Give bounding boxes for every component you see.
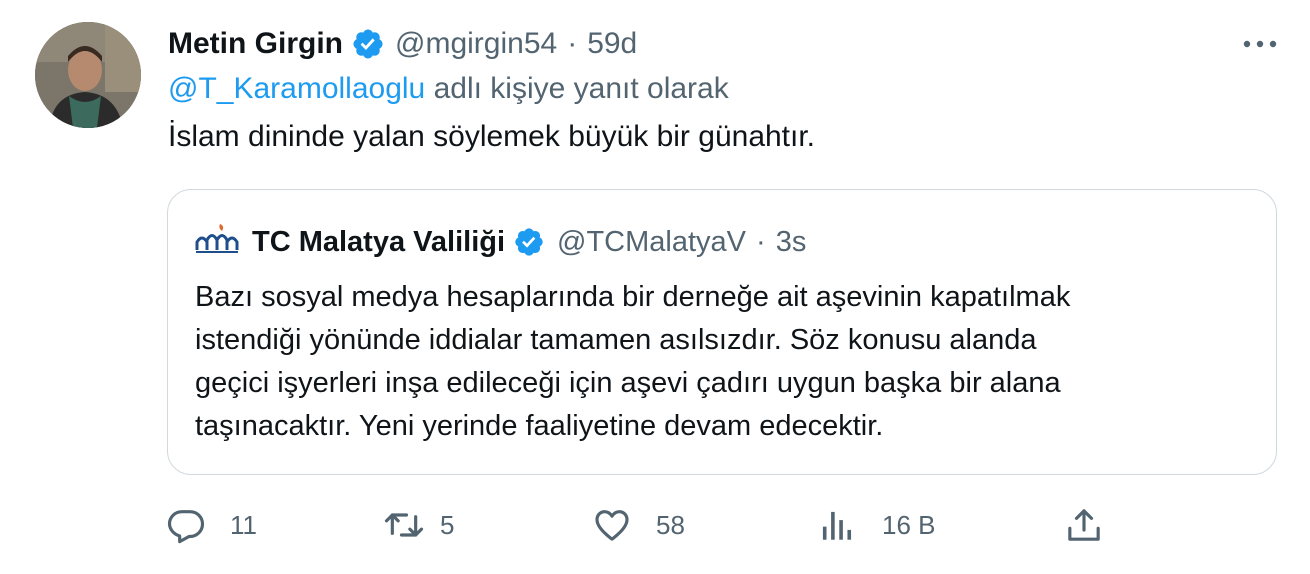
separator-dot: · xyxy=(756,225,766,258)
tweet-header: Metin Girgin @mgirgin54 · 59d xyxy=(168,24,637,64)
like-count: 58 xyxy=(656,509,685,540)
quoted-text-line: Bazı sosyal medya hesaplarında bir derne… xyxy=(195,281,1071,313)
quoted-tweet[interactable]: TC Malatya Valiliği @TCMalatyaV · 3s Baz… xyxy=(167,189,1277,475)
separator-dot: · xyxy=(567,27,578,60)
views-icon xyxy=(818,505,854,545)
reply-icon xyxy=(166,505,206,545)
author-name[interactable]: Metin Girgin xyxy=(168,27,343,61)
heart-icon xyxy=(592,505,632,545)
retweet-icon xyxy=(382,505,426,545)
avatar[interactable] xyxy=(35,22,141,128)
quoted-tweet-text: Bazı sosyal medya hesaplarında bir derne… xyxy=(195,276,1255,448)
action-bar: 11 5 58 16 B xyxy=(0,500,1310,550)
reply-context: @T_Karamollaoglu adlı kişiye yanıt olara… xyxy=(168,72,729,106)
views-button[interactable]: 16 B xyxy=(818,500,936,550)
timestamp[interactable]: 59d xyxy=(587,27,637,61)
reply-count: 11 xyxy=(230,509,257,540)
retweet-count: 5 xyxy=(440,509,455,540)
share-button[interactable] xyxy=(1064,500,1104,550)
quoted-author-handle[interactable]: @TCMalatyaV xyxy=(557,226,746,259)
tweet[interactable]: Metin Girgin @mgirgin54 · 59d @T_Karamol… xyxy=(0,0,1310,574)
reply-to-suffix: adlı kişiye yanıt olarak xyxy=(425,72,729,105)
quoted-tweet-header: TC Malatya Valiliği @TCMalatyaV · 3s xyxy=(194,222,806,262)
more-button[interactable] xyxy=(1238,30,1282,60)
tweet-text: İslam dininde yalan söylemek büyük bir g… xyxy=(168,120,816,153)
views-count: 16 B xyxy=(882,509,936,540)
like-button[interactable]: 58 xyxy=(592,500,685,550)
author-handle[interactable]: @mgirgin54 xyxy=(395,27,557,61)
more-icon xyxy=(1242,36,1278,54)
quoted-text-line: taşınacaktır. Yeni yerinde faaliyetine d… xyxy=(195,410,884,442)
quoted-timestamp[interactable]: 3s xyxy=(776,226,807,259)
reply-button[interactable]: 11 xyxy=(166,500,257,550)
quoted-text-line: istendiği yönünde iddialar tamamen asıls… xyxy=(195,324,1037,356)
quoted-author-name[interactable]: TC Malatya Valiliği xyxy=(252,226,505,259)
verified-badge-icon xyxy=(351,27,385,61)
verified-badge-icon xyxy=(513,226,545,258)
share-icon xyxy=(1064,505,1104,545)
reply-to-mention[interactable]: @T_Karamollaoglu xyxy=(168,72,425,105)
malatya-governorship-logo xyxy=(194,222,240,262)
quoted-text-line: geçici işyerleri inşa edileceği için aşe… xyxy=(195,367,1061,399)
retweet-button[interactable]: 5 xyxy=(382,500,454,550)
